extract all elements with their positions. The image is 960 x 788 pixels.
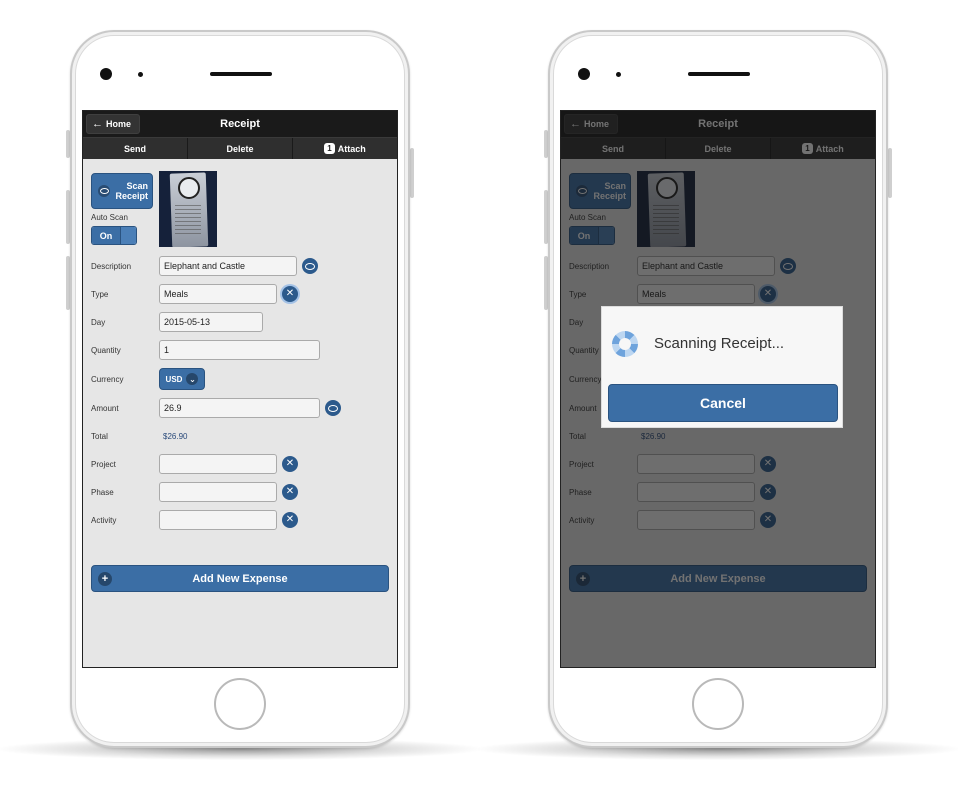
currency-row: Currency USD ⌄	[91, 368, 205, 390]
description-row: Description Elephant and Castle	[91, 255, 318, 277]
eye-icon	[98, 185, 110, 197]
earpiece-speaker	[688, 72, 750, 76]
eye-icon[interactable]	[302, 258, 318, 274]
add-new-expense-button[interactable]: + Add New Expense	[91, 565, 389, 592]
cancel-button[interactable]: Cancel	[608, 384, 838, 422]
currency-select[interactable]: USD ⌄	[159, 368, 205, 390]
auto-scan-toggle[interactable]: On	[91, 226, 137, 245]
sensor	[616, 72, 621, 77]
home-hardware-button[interactable]	[692, 678, 744, 730]
spinner-icon	[612, 331, 638, 357]
type-row: Type Meals ✕	[91, 283, 298, 305]
app-header: ← Home Receipt	[83, 111, 397, 137]
power-button	[888, 148, 892, 198]
delete-button[interactable]: Delete	[188, 138, 293, 159]
action-bar: Send Delete 1 Attach	[83, 137, 397, 159]
day-input[interactable]: 2015-05-13	[159, 312, 263, 332]
phase-input[interactable]	[159, 482, 277, 502]
front-camera	[100, 68, 112, 80]
receipt-screen: ← Home Receipt Send Delete 1 Attach Scan…	[82, 110, 398, 668]
activity-input[interactable]	[159, 510, 277, 530]
amount-row: Amount 26.9	[91, 397, 341, 419]
scanning-dialog: Scanning Receipt... Cancel	[601, 306, 843, 428]
scanning-message: Scanning Receipt...	[654, 335, 785, 352]
front-camera	[578, 68, 590, 80]
expense-form: Scan Receipt Auto Scan On Description El…	[83, 159, 397, 667]
type-input[interactable]: Meals	[159, 284, 277, 304]
attach-count-badge: 1	[324, 143, 335, 154]
close-circle-icon[interactable]: ✕	[282, 484, 298, 500]
amount-input[interactable]: 26.9	[159, 398, 320, 418]
total-value: $26.90	[163, 431, 188, 441]
day-row: Day 2015-05-13	[91, 311, 263, 333]
chevron-down-icon: ⌄	[186, 373, 199, 385]
attach-button[interactable]: 1 Attach	[293, 138, 397, 159]
receipt-screen-scanning: ← Home Receipt Send Delete 1 Attach Scan…	[560, 110, 876, 668]
phone-left: ← Home Receipt Send Delete 1 Attach Scan…	[0, 30, 480, 760]
page-title: Receipt	[220, 118, 260, 130]
earpiece-speaker	[210, 72, 272, 76]
plus-icon: +	[98, 571, 112, 586]
close-circle-icon[interactable]: ✕	[282, 512, 298, 528]
total-row: Total $26.90	[91, 431, 188, 441]
power-button	[410, 148, 414, 198]
phase-row: Phase ✕	[91, 481, 298, 503]
scan-receipt-button[interactable]: Scan Receipt	[91, 173, 153, 209]
home-hardware-button[interactable]	[214, 678, 266, 730]
sensor	[138, 72, 143, 77]
close-circle-icon[interactable]: ✕	[282, 456, 298, 472]
eye-icon[interactable]	[325, 400, 341, 416]
quantity-input[interactable]: 1	[159, 340, 320, 360]
activity-row: Activity ✕	[91, 509, 298, 531]
receipt-thumbnail[interactable]	[159, 171, 217, 247]
project-row: Project ✕	[91, 453, 298, 475]
send-button[interactable]: Send	[83, 138, 188, 159]
quantity-row: Quantity 1	[91, 339, 320, 361]
project-input[interactable]	[159, 454, 277, 474]
phone-right: ← Home Receipt Send Delete 1 Attach Scan…	[478, 30, 958, 760]
description-input[interactable]: Elephant and Castle	[159, 256, 297, 276]
auto-scan-label: Auto Scan	[91, 213, 128, 222]
close-circle-icon[interactable]: ✕	[282, 286, 298, 302]
